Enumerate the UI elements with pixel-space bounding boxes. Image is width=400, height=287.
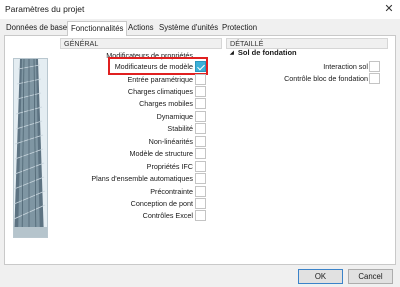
detail-group-sol-fondation[interactable]: ◢ Sol de fondation [230,48,297,57]
checkbox-precontrainte[interactable] [195,186,206,197]
general-item-label: Non-linéarités [148,137,193,146]
general-item-label: Précontrainte [150,187,193,196]
tab-actions[interactable]: Actions [128,23,154,35]
general-item-controles-excel[interactable]: Contrôles Excel [60,210,206,221]
checkbox-non-linearites[interactable] [195,136,206,147]
general-item-proprietes-ifc[interactable]: Propriétés IFC [60,161,206,172]
checkbox-interaction-sol[interactable] [369,61,380,72]
collapse-triangle-icon[interactable]: ◢ [230,50,234,56]
general-item-plans-ensemble[interactable]: Plans d'ensemble automatiques [60,173,206,184]
checkbox-conception-pont[interactable] [195,198,206,209]
general-item-label: Stabilité [167,124,193,133]
checkbox-plans-ensemble[interactable] [195,173,206,184]
checkbox-proprietes-ifc[interactable] [195,161,206,172]
tab-strip: Données de base Fonctionnalités Actions … [0,21,400,36]
window-title: Paramètres du projet [5,4,85,14]
general-item-modele-structure[interactable]: Modèle de structure [60,148,206,159]
title-bar: Paramètres du projet ✕ [0,0,400,19]
general-item-label: Contrôles Excel [142,211,193,220]
tab-systeme-unites[interactable]: Système d'unités [159,23,218,35]
detail-item-label: Interaction sol [323,62,368,71]
general-item-label: Conception de pont [130,199,193,208]
general-item-charges-mobiles[interactable]: Charges mobiles [60,98,206,109]
tab-fonctionnalites[interactable]: Fonctionnalités [67,21,128,36]
general-item-stabilite[interactable]: Stabilité [60,123,206,134]
general-item-charges-climatiques[interactable]: Charges climatiques [60,86,206,97]
general-item-label: Propriétés IFC [146,162,193,171]
general-item-non-linearites[interactable]: Non-linéarités [60,136,206,147]
ok-button[interactable]: OK [298,269,343,284]
checkbox-charges-mobiles[interactable] [195,98,206,109]
detail-item-interaction-sol[interactable]: Interaction sol [230,61,383,72]
tab-donnees-de-base[interactable]: Données de base [6,23,67,35]
building-image [13,58,48,238]
general-item-label: Charges mobiles [139,99,193,108]
cancel-button[interactable]: Cancel [348,269,393,284]
general-item-label: Dynamique [156,112,193,121]
detail-item-label: Contrôle bloc de fondation [284,74,368,83]
checkbox-dynamique[interactable] [195,111,206,122]
general-item-entree-parametrique[interactable]: Entrée paramétrique [60,74,206,85]
checkbox-modele-structure[interactable] [195,148,206,159]
close-icon[interactable]: ✕ [382,2,396,16]
checkbox-entree-parametrique[interactable] [195,74,206,85]
general-item-label: Plans d'ensemble automatiques [91,174,193,183]
checkbox-stabilite[interactable] [195,123,206,134]
general-item-precontrainte[interactable]: Précontrainte [60,186,206,197]
highlight-box [108,57,208,75]
general-item-conception-pont[interactable]: Conception de pont [60,198,206,209]
checkbox-controles-excel[interactable] [195,210,206,221]
checkbox-controle-bloc[interactable] [369,73,380,84]
general-item-label: Modèle de structure [129,149,193,158]
detail-group-title: Sol de fondation [237,48,297,57]
general-item-dynamique[interactable]: Dynamique [60,111,206,122]
general-item-label: Entrée paramétrique [127,75,193,84]
checkbox-charges-climatiques[interactable] [195,86,206,97]
general-item-label: Charges climatiques [127,87,193,96]
tab-protection[interactable]: Protection [222,23,257,35]
detail-item-controle-bloc[interactable]: Contrôle bloc de fondation [230,73,383,84]
general-section-header: GÉNÉRAL [60,38,222,49]
